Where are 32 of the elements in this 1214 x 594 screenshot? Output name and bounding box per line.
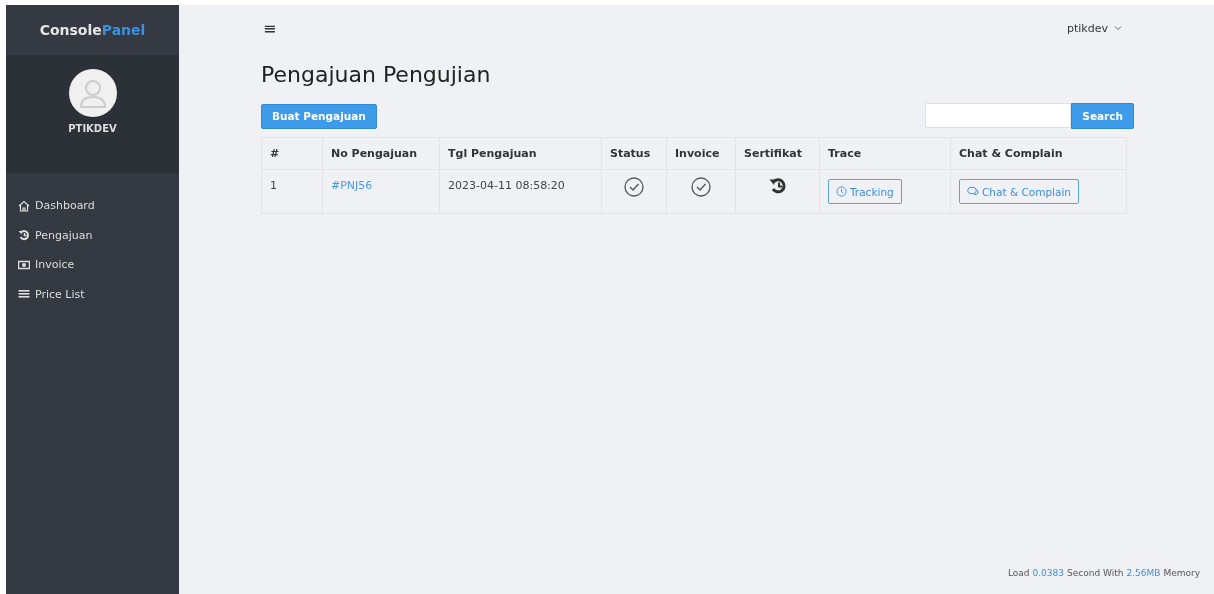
sidebar-item[interactable]: Price List <box>6 279 179 309</box>
list-icon <box>18 288 30 301</box>
page-title: Pengajuan Pengujian <box>261 61 492 89</box>
column-header: # <box>261 137 323 170</box>
check-circle-icon <box>691 177 711 197</box>
home-icon <box>18 199 30 212</box>
sidebar-item[interactable]: Invoice <box>6 250 179 280</box>
banknote-icon <box>18 258 30 271</box>
check-circle-icon <box>624 177 644 197</box>
history-icon <box>768 177 787 195</box>
user-menu[interactable]: ptikdev <box>1061 20 1128 36</box>
column-header: Tgl Pengajuan <box>439 137 602 170</box>
brand-logo: ConsolePanel <box>38 21 147 40</box>
column-header: Status <box>601 137 667 170</box>
column-header: Invoice <box>666 137 736 170</box>
sidebar-item[interactable]: Dashboard <box>6 191 179 221</box>
column-header: Trace <box>819 137 951 170</box>
menu-button[interactable]: ≡ <box>263 18 277 38</box>
chat-icon <box>967 186 979 197</box>
user-name: PTIKDEV <box>68 123 117 134</box>
chevron-icon <box>1114 25 1122 31</box>
search-field[interactable] <box>925 103 1072 128</box>
avatar-icon <box>68 69 117 117</box>
table-cell: 1 <box>261 169 323 214</box>
history-icon <box>18 229 30 242</box>
clock-icon <box>836 186 847 197</box>
column-header: Chat & Complain <box>950 137 1127 170</box>
load-info: Load 0.0383 Second With 2.56MB Memory <box>1006 568 1201 580</box>
sidebar-item[interactable]: Pengajuan <box>6 220 179 250</box>
table-cell: 2023-04-11 08:58:20 <box>439 169 602 214</box>
column-header: Sertifikat <box>735 137 820 170</box>
column-header: No Pengajuan <box>322 137 440 170</box>
